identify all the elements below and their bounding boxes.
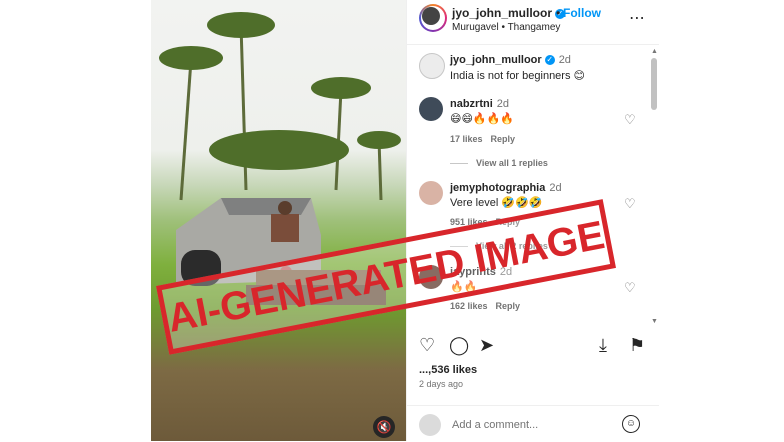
comments-scrollbar[interactable]: ▲ ▼ <box>651 48 658 325</box>
bookmark-icon[interactable]: ⚑ <box>629 335 645 356</box>
header-separator: • <box>556 6 561 20</box>
author-username[interactable]: jyo_john_mulloor ✓ <box>452 6 566 20</box>
post-header: jyo_john_mulloor ✓ • Follow Murugavel • T… <box>407 0 659 45</box>
verified-icon: ✓ <box>544 55 555 66</box>
reply-button[interactable]: Reply <box>496 301 521 311</box>
post-actions: ♡ ◯ ➤ ⤓ ⚑ <box>407 333 659 361</box>
reply-button[interactable]: Reply <box>491 134 516 144</box>
comment-meta: 162 likes Reply <box>450 301 528 311</box>
heart-icon[interactable]: ♡ <box>419 335 435 356</box>
comment-likes[interactable]: 162 likes <box>450 301 488 311</box>
comment-username[interactable]: jemyphotographia 2d <box>450 182 562 194</box>
scroll-down-arrow-icon[interactable]: ▼ <box>651 318 658 325</box>
comment-text: Vere level 🤣🤣🤣 <box>450 197 543 209</box>
post-scene <box>159 12 401 305</box>
comment-meta: 17 likes Reply <box>450 134 523 144</box>
author-avatar[interactable] <box>419 4 447 32</box>
comment-like-icon[interactable]: ♡ <box>624 280 636 296</box>
comment-avatar[interactable] <box>419 97 443 121</box>
comment-avatar[interactable] <box>419 181 443 205</box>
caption-text: India is not for beginners 😊 <box>450 70 585 82</box>
save-icon[interactable]: ⤓ <box>599 335 607 356</box>
caption-username[interactable]: jyo_john_mulloor ✓ 2d <box>450 54 571 66</box>
add-comment-bar: Add a comment... ☺ <box>407 405 659 442</box>
viewer-avatar <box>419 414 441 436</box>
post-time: 2 days ago <box>419 379 464 389</box>
comment-username[interactable]: nabzrtni 2d <box>450 98 509 110</box>
more-dots-icon[interactable]: ⋯ <box>629 8 645 28</box>
comment-likes[interactable]: 17 likes <box>450 134 483 144</box>
post-image <box>151 0 406 441</box>
comment-input[interactable]: Add a comment... <box>452 419 538 431</box>
likes-count[interactable]: ...,536 likes <box>419 364 477 376</box>
emoji-icon[interactable]: ☺ <box>622 415 640 433</box>
scroll-up-arrow-icon[interactable]: ▲ <box>651 48 658 55</box>
mute-button[interactable]: 🔇 <box>373 416 395 438</box>
share-icon[interactable]: ➤ <box>479 335 494 356</box>
view-replies-button[interactable]: View all 1 replies <box>450 158 548 168</box>
audio-subtitle[interactable]: Murugavel • Thangamey <box>452 22 560 33</box>
comment-text: 😄😄🔥🔥🔥 <box>450 113 515 125</box>
scrollbar-thumb[interactable] <box>651 58 657 110</box>
speaker-muted-icon: 🔇 <box>376 420 392 434</box>
comment-icon[interactable]: ◯ <box>449 335 469 356</box>
comment-like-icon[interactable]: ♡ <box>624 112 636 128</box>
follow-button[interactable]: Follow <box>563 6 601 20</box>
caption-avatar[interactable] <box>419 53 445 79</box>
comment-like-icon[interactable]: ♡ <box>624 196 636 212</box>
